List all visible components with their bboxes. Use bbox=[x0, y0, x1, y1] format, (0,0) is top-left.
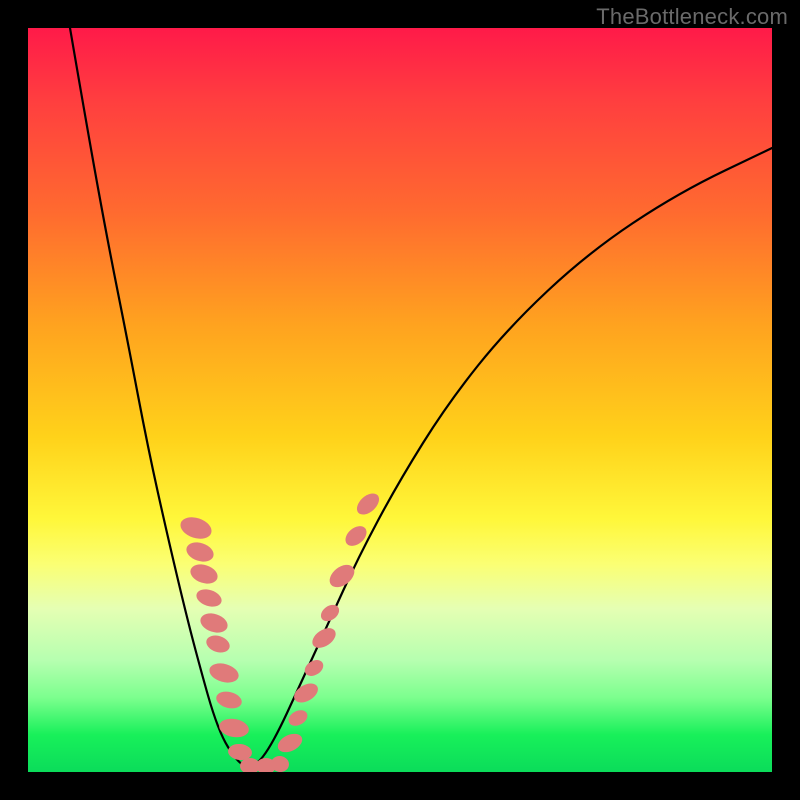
beads-layer bbox=[178, 489, 383, 772]
bead-left-1 bbox=[184, 539, 216, 565]
bead-right-2 bbox=[291, 680, 322, 707]
curve-layer bbox=[70, 28, 772, 767]
bead-right-6 bbox=[325, 560, 358, 591]
chart-svg bbox=[28, 28, 772, 772]
bead-right-0 bbox=[275, 730, 305, 756]
bead-left-6 bbox=[207, 660, 241, 686]
bead-right-4 bbox=[309, 624, 340, 652]
watermark-text: TheBottleneck.com bbox=[596, 4, 788, 30]
bead-right-8 bbox=[353, 489, 383, 518]
bead-left-4 bbox=[198, 610, 230, 636]
chart-frame: TheBottleneck.com bbox=[0, 0, 800, 800]
bead-right-1 bbox=[286, 707, 310, 729]
bead-right-3 bbox=[302, 657, 326, 679]
bead-left-0 bbox=[178, 514, 215, 543]
plot-area bbox=[28, 28, 772, 772]
bead-left-7 bbox=[214, 689, 243, 711]
bead-left-2 bbox=[188, 561, 220, 587]
bead-left-3 bbox=[194, 586, 224, 609]
bead-left-5 bbox=[204, 633, 232, 656]
bottleneck-curve bbox=[70, 28, 772, 767]
